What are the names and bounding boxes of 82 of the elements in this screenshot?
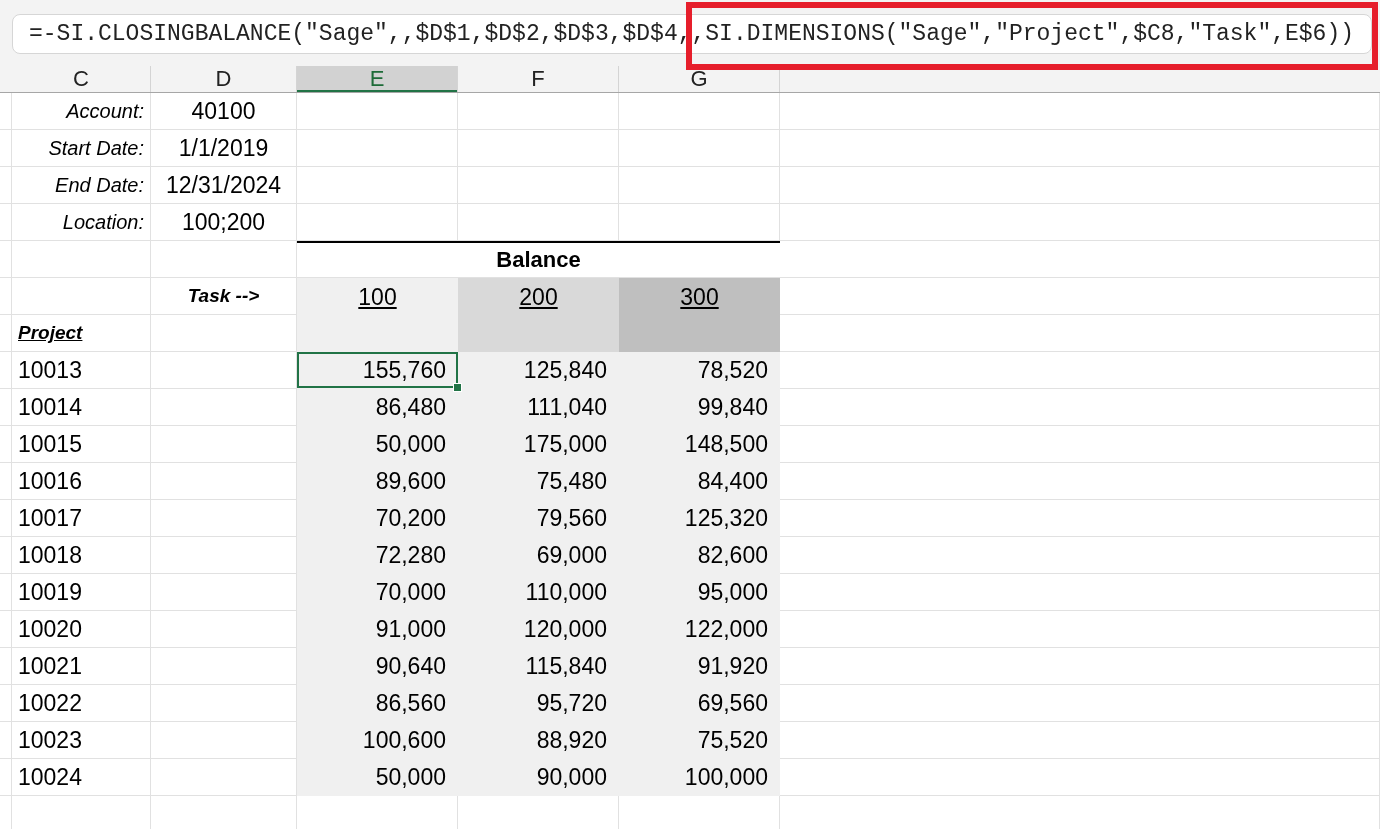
balance-cell[interactable]: 95,720 (458, 685, 619, 722)
empty-cell[interactable] (458, 167, 619, 204)
balance-cell[interactable]: 88,920 (458, 722, 619, 759)
empty-cell[interactable] (780, 130, 1380, 167)
balance-cell[interactable]: 111,040 (458, 389, 619, 426)
empty-cell[interactable] (619, 167, 780, 204)
parameter-label: Location: (62, 210, 144, 234)
project-id: 10024 (18, 763, 82, 791)
column-header[interactable]: E (297, 66, 458, 92)
parameter-label: Account: (66, 99, 144, 123)
column-header: 100 (297, 278, 458, 352)
empty-cell[interactable] (12, 241, 151, 278)
highlighted-formula: SI.DIMENSIONS("Sage","Project",$C8,"Task",E$6)) (705, 21, 1355, 47)
balance-cell[interactable]: 90,640 (297, 648, 458, 685)
balance-cell[interactable]: 70,200 (297, 500, 458, 537)
project-id: 10018 (18, 541, 82, 569)
balance-cell[interactable]: 91,920 (619, 648, 780, 685)
balance-cell[interactable]: 100,600 (297, 722, 458, 759)
balance-cell[interactable]: 90,000 (458, 759, 619, 796)
balance-cell[interactable]: 100,000 (619, 759, 780, 796)
balance-cell[interactable]: 84,400 (619, 463, 780, 500)
parameter-value: 40100 (191, 97, 256, 125)
empty-cell[interactable] (780, 93, 1380, 130)
empty-cell[interactable] (458, 204, 619, 241)
project-id: 10014 (18, 393, 82, 421)
balance-cell[interactable]: 69,560 (619, 685, 780, 722)
empty-cell[interactable] (780, 167, 1380, 204)
empty-cell[interactable] (780, 241, 1380, 278)
balance-cell[interactable]: 115,840 (458, 648, 619, 685)
balance-cell[interactable]: 125,840 (458, 352, 619, 389)
empty-cell[interactable] (458, 130, 619, 167)
empty-cell[interactable] (0, 278, 12, 315)
empty-cell[interactable] (458, 93, 619, 130)
empty-cell[interactable] (619, 93, 780, 130)
balance-cell[interactable]: 79,560 (458, 500, 619, 537)
row-axis-label: Project (18, 322, 83, 344)
column-header: 300 (619, 278, 780, 352)
balance-cell[interactable]: 125,320 (619, 500, 780, 537)
balance-cell[interactable]: 110,000 (458, 574, 619, 611)
balance-cell[interactable]: 99,840 (619, 389, 780, 426)
parameter-value: 1/1/2019 (178, 134, 269, 162)
balance-cell[interactable]: 50,000 (297, 759, 458, 796)
table-title: Balance (496, 247, 581, 273)
balance-cell[interactable]: 95,000 (619, 574, 780, 611)
project-id: 10019 (18, 578, 82, 606)
empty-cell[interactable] (780, 315, 1380, 352)
balance-cell[interactable]: 148,500 (619, 426, 780, 463)
balance-cell[interactable]: 72,280 (297, 537, 458, 574)
balance-cell[interactable]: 86,560 (297, 685, 458, 722)
empty-cell[interactable] (0, 241, 12, 278)
project-id: 10016 (18, 467, 82, 495)
balance-cell[interactable]: 120,000 (458, 611, 619, 648)
empty-cell[interactable] (619, 130, 780, 167)
empty-cell[interactable] (780, 278, 1380, 315)
project-id: 10020 (18, 615, 82, 643)
project-id: 10017 (18, 504, 82, 532)
balance-cell[interactable]: 86,480 (297, 389, 458, 426)
balance-cell[interactable]: 70,000 (297, 574, 458, 611)
project-id: 10023 (18, 726, 82, 754)
balance-cell[interactable]: 89,600 (297, 463, 458, 500)
balance-cell[interactable]: 175,000 (458, 426, 619, 463)
parameter-value: 12/31/2024 (165, 171, 282, 199)
balance-cell[interactable]: 75,480 (458, 463, 619, 500)
balance-cell[interactable]: 78,520 (619, 352, 780, 389)
balance-cell[interactable]: 75,520 (619, 722, 780, 759)
parameter-label: End Date: (55, 173, 144, 197)
balance-cell[interactable]: 82,600 (619, 537, 780, 574)
fill-handle[interactable] (453, 383, 462, 392)
project-id: 10021 (18, 652, 82, 680)
project-id: 10013 (18, 356, 82, 384)
parameter-value: 100;200 (181, 208, 266, 236)
project-id: 10022 (18, 689, 82, 717)
column-header: 200 (458, 278, 619, 352)
empty-cell[interactable] (780, 204, 1380, 241)
column-axis-label: Task --> (187, 285, 260, 307)
project-id: 10015 (18, 430, 82, 458)
balance-cell[interactable]: 69,000 (458, 537, 619, 574)
balance-cell[interactable]: 50,000 (297, 426, 458, 463)
balance-cell[interactable]: 122,000 (619, 611, 780, 648)
parameter-label: Start Date: (48, 136, 144, 160)
empty-cell[interactable] (619, 204, 780, 241)
balance-cell[interactable]: 91,000 (297, 611, 458, 648)
